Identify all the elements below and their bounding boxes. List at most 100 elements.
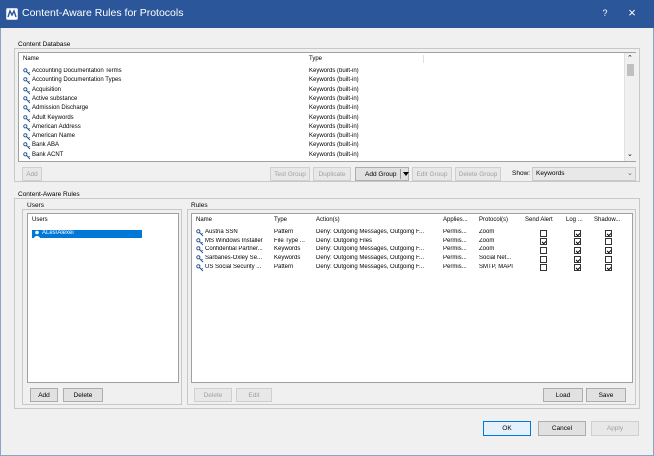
column-header-name[interactable]: Name: [23, 56, 39, 62]
content-database-row[interactable]: Adult Keywords Keywords (built-in): [23, 115, 619, 123]
content-aware-rules-label: Content-Aware Rules: [18, 191, 80, 198]
rules-col-applies[interactable]: Applies...: [443, 217, 468, 223]
shadow-checkbox[interactable]: [605, 229, 612, 237]
content-database-list[interactable]: Name Type Accounting Documentation Terms…: [18, 52, 636, 162]
cancel-button[interactable]: Cancel: [538, 421, 586, 436]
rules-col-shadow[interactable]: Shadow...: [594, 217, 620, 223]
rules-save-button[interactable]: Save: [586, 388, 626, 402]
rule-row[interactable]: US Social Security ... Pattern Deny: Outgo…: [196, 264, 628, 272]
keyword-icon: [23, 114, 31, 123]
log-checkbox[interactable]: [574, 229, 581, 237]
keyword-icon: [23, 124, 31, 132]
content-database-row[interactable]: Bank ABA Keywords (built-in): [23, 142, 619, 150]
log-checkbox[interactable]: [574, 238, 581, 246]
rule-row[interactable]: MS Windows Installer File Type ... Deny: O…: [196, 238, 628, 246]
chevron-down-icon: ⌄: [627, 170, 633, 177]
ok-button[interactable]: OK: [483, 421, 531, 436]
row-type: Keywords (built-in): [309, 86, 359, 93]
rule-name: Austria SSN: [205, 229, 238, 235]
rule-type: Keywords: [274, 255, 301, 262]
shadow-checkbox[interactable]: [605, 264, 612, 272]
rules-load-button[interactable]: Load: [543, 388, 583, 402]
db-add-button[interactable]: Add: [22, 167, 42, 181]
content-database-scrollbar[interactable]: ⌃ ⌄: [624, 53, 636, 161]
rule-actions: Deny: Outgoing Files: [316, 237, 373, 244]
row-type: Keywords (built-in): [309, 142, 359, 149]
send-alert-checkbox[interactable]: [540, 229, 547, 237]
content-database-row[interactable]: Admission Discharge Keywords (built-in): [23, 105, 619, 113]
rule-protocols: Zoom: [479, 237, 495, 244]
row-type: Keywords (built-in): [309, 114, 359, 121]
user-item-label: ALes\Alexei: [42, 230, 74, 236]
send-alert-checkbox[interactable]: [540, 264, 547, 272]
shadow-checkbox[interactable]: [605, 246, 612, 254]
keyword-icon: [23, 105, 31, 113]
users-add-button[interactable]: Add: [30, 388, 58, 402]
shadow-checkbox[interactable]: [605, 238, 612, 246]
row-type: Keywords (built-in): [309, 95, 359, 102]
send-alert-checkbox[interactable]: [540, 246, 547, 254]
rules-table[interactable]: Name Type Action(s) Applies... Protocol(…: [191, 213, 633, 383]
row-type: Keywords (built-in): [309, 123, 359, 130]
log-checkbox[interactable]: [574, 264, 581, 272]
content-database-rows: Accounting Documentation Terms Keywords (…: [23, 68, 623, 162]
rule-row[interactable]: Confidential Partner... Keywords Deny: Out…: [196, 246, 628, 254]
content-database-row[interactable]: Bank ACNT Keywords (built-in): [23, 152, 619, 160]
rules-col-send-alert[interactable]: Send Alert: [525, 217, 553, 223]
show-select[interactable]: Keywords ⌄: [532, 167, 636, 181]
rule-protocols: Social Net...: [479, 255, 512, 262]
rules-col-protocols[interactable]: Protocol(s): [479, 217, 508, 223]
apply-button[interactable]: Apply: [591, 421, 639, 436]
shadow-checkbox[interactable]: [605, 255, 612, 263]
row-name: American Name: [32, 133, 76, 140]
content-database-row[interactable]: Active substance Keywords (built-in): [23, 96, 619, 104]
keyword-icon: [23, 96, 31, 104]
users-list[interactable]: Users ALes\Alexei: [27, 213, 179, 383]
rules-edit-button[interactable]: Edit: [236, 388, 272, 402]
rule-type: Pattern: [274, 263, 294, 270]
column-divider: [423, 55, 424, 63]
content-database-row[interactable]: Acquisition Keywords (built-in): [23, 87, 619, 95]
log-checkbox[interactable]: [574, 246, 581, 254]
delete-group-button[interactable]: Delete Group: [455, 167, 501, 181]
scroll-up-icon[interactable]: ⌃: [627, 54, 633, 62]
content-database-row[interactable]: American Name Keywords (built-in): [23, 133, 619, 141]
send-alert-checkbox[interactable]: [540, 238, 547, 246]
rule-protocols: SMTP, MAPI: [479, 263, 513, 270]
split-divider: [400, 169, 401, 179]
dropdown-arrow-icon[interactable]: [403, 172, 409, 176]
content-database-row[interactable]: Accounting Documentation Types Keywords (…: [23, 77, 619, 85]
log-checkbox[interactable]: [574, 255, 581, 263]
column-header-type[interactable]: Type: [309, 56, 322, 62]
rules-col-actions[interactable]: Action(s): [316, 217, 340, 223]
rules-col-log[interactable]: Log ...: [566, 217, 583, 223]
scroll-thumb[interactable]: [627, 64, 634, 76]
keyword-icon: [23, 68, 31, 76]
scroll-down-icon[interactable]: ⌄: [627, 150, 633, 158]
help-button[interactable]: ?: [598, 8, 612, 18]
edit-group-button[interactable]: Edit Group: [412, 167, 452, 181]
row-name: Bank ACNT: [32, 151, 64, 158]
rules-col-name[interactable]: Name: [196, 217, 212, 223]
duplicate-button[interactable]: Duplicate: [313, 167, 351, 181]
rules-col-type[interactable]: Type: [274, 217, 287, 223]
rule-type: File Type ...: [274, 237, 305, 244]
rule-row[interactable]: Sarbanes-Oxley Se... Keywords Deny: Outgoi…: [196, 255, 628, 263]
send-alert-checkbox[interactable]: [540, 255, 547, 263]
content-database-row[interactable]: American Address Keywords (built-in): [23, 124, 619, 132]
test-group-button[interactable]: Test Group: [270, 167, 310, 181]
rules-delete-button[interactable]: Delete: [194, 388, 232, 402]
title-bar: Content-Aware Rules for Protocols ? ×: [0, 0, 654, 28]
rule-actions: Deny: Outgoing Messages, Outgoing F...: [316, 263, 425, 270]
add-group-button[interactable]: Add Group: [355, 167, 409, 181]
keyword-icon: [23, 86, 31, 95]
row-name: American Address: [32, 123, 81, 130]
app-icon: [6, 8, 18, 20]
users-column-header[interactable]: Users: [32, 217, 48, 223]
rule-row[interactable]: Austria SSN Pattern Deny: Outgoing Message…: [196, 229, 628, 237]
user-item-selected[interactable]: ALes\Alexei: [32, 230, 142, 238]
content-database-row[interactable]: Accounting Documentation Terms Keywords (…: [23, 68, 619, 76]
keyword-icon: [23, 77, 31, 85]
close-button[interactable]: ×: [624, 5, 640, 20]
users-delete-button[interactable]: Delete: [63, 388, 103, 402]
